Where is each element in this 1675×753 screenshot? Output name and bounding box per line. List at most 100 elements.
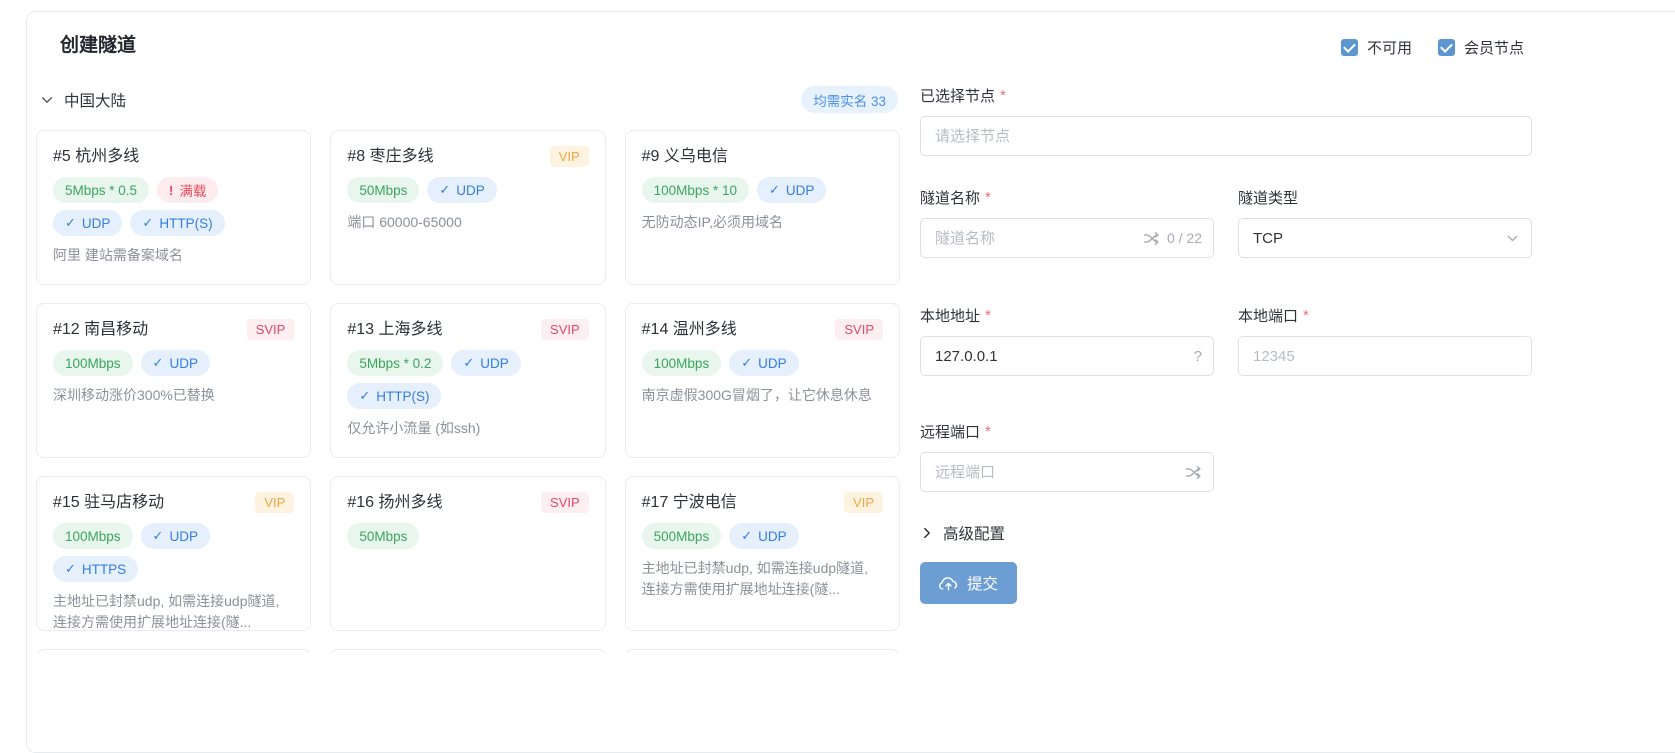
node-desc: 南京虚假300G冒烟了，让它休息休息 [642, 385, 883, 406]
required-mark: * [1000, 87, 1006, 104]
node-title: #5 杭州多线 [53, 146, 139, 168]
bandwidth-tag: 100Mbps [642, 350, 722, 376]
local-addr-label: 本地地址 * [920, 304, 1214, 326]
node-card-list: #5 杭州多线5Mbps * 0.5!满载✓UDP✓HTTP(S)阿里 建站需备… [36, 130, 900, 653]
tag-label: UDP [758, 529, 787, 544]
tunnel-name-input[interactable] [920, 218, 1214, 258]
check-icon: ✓ [463, 355, 474, 371]
tag-label: HTTPS [82, 562, 126, 577]
tag-label: 满载 [179, 180, 206, 200]
local-port-label: 本地端口 * [1238, 304, 1532, 326]
tag-label: 100Mbps [65, 529, 121, 544]
vip-badge: VIP [550, 146, 589, 167]
node-desc: 主地址已封禁udp, 如需连接udp隧道, 连接方需使用扩展地址连接(隧... [53, 591, 294, 631]
node-card[interactable]: #5 杭州多线 5Mbps * 0.5 !满载 ✓UDP ✓ HTTP(S) 阿里 建站需备… [36, 130, 311, 285]
protocol-tag: ✓ UDP [757, 177, 826, 203]
node-card[interactable]: #15 驻马店移动VIP100Mbps✓UDP✓HTTPS主地址已封禁udp, … [36, 476, 311, 631]
filter-label: 不可用 [1367, 37, 1412, 58]
chevron-right-icon [920, 526, 934, 540]
required-mark: * [985, 307, 991, 324]
check-icon: ✓ [439, 182, 450, 198]
required-mark: * [985, 189, 991, 206]
selected-node-input[interactable] [920, 116, 1532, 156]
node-desc: 主地址已封禁udp, 如需连接udp隧道, 连接方需使用扩展地址连接(隧... [642, 558, 883, 600]
tunnel-type-select[interactable]: TCP [1238, 218, 1532, 258]
tag-label: UDP [786, 183, 815, 198]
checkbox-checked-icon[interactable] [1341, 39, 1358, 56]
node-card[interactable]: #14 温州多线SVIP100Mbps✓UDP南京虚假300G冒烟了，让它休息休… [625, 303, 900, 458]
status-tag: !满载 [157, 177, 218, 203]
bandwidth-tag: 100Mbps * 10 [642, 177, 749, 203]
tag-label: UDP [480, 356, 509, 371]
node-card[interactable]: #13 上海多线SVIP5Mbps * 0.2✓UDP✓HTTP(S)仅允许小流… [330, 303, 605, 458]
tunnel-type-value: TCP [1253, 230, 1283, 247]
chevron-down-icon [1506, 232, 1519, 245]
tag-label: 100Mbps [65, 356, 121, 371]
tunnel-form: 已选择节点 * 隧道名称 * 0 / 22 隧道类型 [920, 84, 1532, 604]
node-title: #15 驻马店移动 [53, 492, 164, 514]
node-desc: 深圳移动涨价300%已替换 [53, 385, 294, 406]
node-desc: 无防动态IP,必须用域名 [642, 212, 883, 233]
node-card[interactable]: #17 宁波电信VIP500Mbps✓UDP主地址已封禁udp, 如需连接udp… [625, 476, 900, 631]
protocol-tag: ✓ HTTPS [53, 556, 138, 582]
node-title: #17 宁波电信 [642, 492, 737, 514]
local-port-input[interactable] [1238, 336, 1532, 376]
node-card[interactable]: #8 枣庄多线VIP50Mbps✓UDP端口 60000-65000 [330, 130, 605, 285]
tunnel-name-label: 隧道名称 * [920, 186, 1214, 208]
required-mark: * [1303, 307, 1309, 324]
tag-label: HTTP(S) [159, 216, 212, 231]
filter-label: 会员节点 [1464, 37, 1524, 58]
node-title: #16 扬州多线 [347, 492, 442, 514]
node-card[interactable]: #9 义乌电信100Mbps * 10✓UDP无防动态IP,必须用域名 [625, 130, 900, 285]
svip-badge: SVIP [835, 319, 883, 340]
tag-label: UDP [456, 183, 485, 198]
vip-badge: VIP [255, 492, 294, 513]
protocol-tag: ✓HTTP(S) [347, 383, 441, 409]
bandwidth-tag: 5Mbps * 0.5 [53, 177, 149, 203]
vip-badge: VIP [844, 492, 883, 513]
protocol-tag: ✓UDP [53, 210, 122, 236]
region-collapse-toggle[interactable]: 中国大陆 [40, 89, 126, 111]
protocol-tag: ✓ HTTP(S) [130, 210, 224, 236]
tag-label: HTTP(S) [376, 389, 429, 404]
svip-badge: SVIP [541, 319, 589, 340]
check-icon: ✓ [142, 215, 153, 231]
tag-label: 100Mbps * 10 [654, 183, 737, 198]
tag-label: UDP [758, 356, 787, 371]
tag-label: UDP [169, 356, 198, 371]
required-mark: * [985, 423, 991, 440]
node-card-stub[interactable] [330, 649, 605, 653]
region-header: 中国大陆 均需实名 33 [40, 86, 898, 113]
protocol-tag: ✓ UDP [729, 350, 798, 376]
node-title: #8 枣庄多线 [347, 146, 433, 168]
filter-unavailable[interactable]: 不可用 [1341, 37, 1412, 58]
region-name: 中国大陆 [64, 89, 126, 111]
protocol-tag: ✓ UDP [427, 177, 496, 203]
submit-button[interactable]: 提交 [920, 562, 1017, 604]
node-card-stub[interactable] [625, 649, 900, 653]
node-card[interactable]: #16 扬州多线 SVIP 50Mbps [330, 476, 605, 631]
node-title: #13 上海多线 [347, 319, 442, 341]
check-icon: ✓ [769, 182, 780, 198]
tag-label: 50Mbps [359, 529, 407, 544]
node-card[interactable]: #12 南昌移动SVIP100Mbps✓UDP深圳移动涨价300%已替换 [36, 303, 311, 458]
realname-count-badge: 均需实名 33 [801, 86, 898, 113]
node-desc: 仅允许小流量 (如ssh) [347, 418, 588, 439]
filter-member-nodes[interactable]: 会员节点 [1438, 37, 1524, 58]
tunnel-type-label: 隧道类型 [1238, 186, 1532, 208]
bandwidth-tag: 50Mbps [347, 523, 419, 549]
node-desc: 端口 60000-65000 [347, 212, 588, 233]
svip-badge: SVIP [541, 492, 589, 513]
node-card-stub[interactable] [36, 649, 311, 653]
submit-label: 提交 [967, 572, 998, 594]
protocol-tag: ✓UDP [141, 350, 210, 376]
node-desc: 阿里 建站需备案域名 [53, 245, 294, 266]
local-addr-input[interactable] [920, 336, 1214, 376]
advanced-config-toggle[interactable]: 高级配置 [920, 522, 1532, 544]
protocol-tag: ✓UDP [729, 523, 798, 549]
check-icon: ✓ [741, 355, 752, 371]
remote-port-input[interactable] [920, 452, 1214, 492]
check-icon: ✓ [65, 561, 76, 577]
svip-badge: SVIP [247, 319, 295, 340]
checkbox-checked-icon[interactable] [1438, 39, 1455, 56]
